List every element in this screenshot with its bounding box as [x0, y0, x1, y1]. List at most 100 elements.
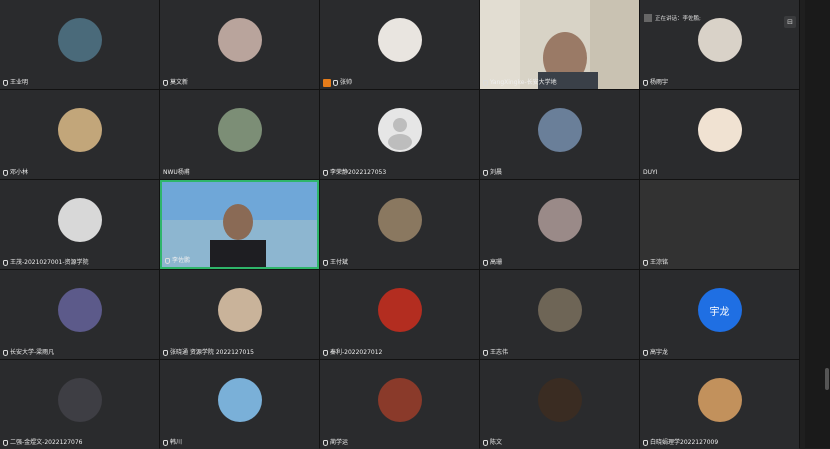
participant-avatar: [377, 378, 422, 422]
participant-tile[interactable]: 秦利-2022027012: [320, 270, 479, 359]
participant-avatar: [377, 288, 422, 332]
participant-name: 杨雨宇: [650, 79, 669, 86]
participant-avatar: [697, 378, 742, 422]
participant-tile[interactable]: 莫文新: [160, 0, 319, 89]
participant-tile[interactable]: 王茂-2021027001-资源学院: [0, 180, 159, 269]
participant-name: YangXingke-长安大学地: [490, 79, 557, 86]
participant-tile[interactable]: 白晓娟理学2022127009: [640, 360, 799, 449]
participant-name: 李佐鹏: [172, 257, 191, 264]
participant-name: 邓小林: [10, 169, 29, 176]
participant-tile[interactable]: 邓小林: [0, 90, 159, 179]
participant-name: DUYI: [643, 169, 658, 176]
participant-tile[interactable]: 陈文: [480, 360, 639, 449]
mic-icon: [643, 440, 648, 446]
participant-avatar: [217, 18, 262, 62]
mic-icon: [3, 350, 8, 356]
participant-name: 高宇龙: [650, 349, 669, 356]
mic-icon: [323, 170, 328, 176]
participant-tile-no-avatar[interactable]: 王淙铭: [640, 180, 799, 269]
participant-name: 长安大学-梁雨凡: [10, 349, 55, 356]
mic-icon: [165, 258, 170, 264]
participant-avatar: [697, 18, 742, 62]
mic-icon: [323, 440, 328, 446]
participant-video: [162, 182, 317, 267]
mic-icon: [483, 170, 488, 176]
participant-avatar: [217, 288, 262, 332]
participant-tile[interactable]: 长安大学-梁雨凡: [0, 270, 159, 359]
participant-avatar: [377, 18, 422, 62]
participant-tile[interactable]: 高珊: [480, 180, 639, 269]
participant-name: 秦利-2022027012: [330, 349, 383, 356]
participant-name: 高珊: [490, 259, 503, 266]
participant-avatar: [697, 108, 742, 152]
mic-icon: [483, 440, 488, 446]
participant-name: 白晓娟理学2022127009: [650, 439, 719, 446]
participant-tile[interactable]: 李荣静2022127053: [320, 90, 479, 179]
participant-avatar: [217, 378, 262, 422]
video-grid: 王业明 莫文新 张帅 YangXingke-长安大学地 正在讲话：李佐鹏; ⊟ …: [0, 0, 800, 449]
participant-tile[interactable]: 正在讲话：李佐鹏; ⊟ 杨雨宇: [640, 0, 799, 89]
participant-name: NWU杨甫: [163, 169, 190, 176]
participant-name: 王茂-2021027001-资源学院: [10, 259, 89, 266]
participant-avatar: [537, 198, 582, 242]
participant-name: 王付斌: [330, 259, 349, 266]
participant-name: 李荣静2022127053: [330, 169, 387, 176]
mic-icon: [483, 260, 488, 266]
participant-tile-video-speaking[interactable]: 李佐鹏: [160, 180, 319, 269]
participant-avatar: [57, 108, 102, 152]
participant-name: 刘晨: [490, 169, 503, 176]
participant-avatar: [57, 198, 102, 242]
participant-avatar: [57, 288, 102, 332]
participant-avatar: [537, 288, 582, 332]
speaker-thumb-icon: [644, 14, 652, 22]
participant-avatar: [57, 378, 102, 422]
participant-video: [480, 0, 639, 89]
mic-icon: [643, 350, 648, 356]
participant-tile[interactable]: 韩川: [160, 360, 319, 449]
participant-tile-video[interactable]: YangXingke-长安大学地: [480, 0, 639, 89]
participant-name: 韩川: [170, 439, 183, 446]
mic-icon: [3, 440, 8, 446]
layout-toggle-button[interactable]: ⊟: [784, 16, 796, 28]
participant-avatar: [537, 108, 582, 152]
participant-tile[interactable]: 二强-金煜文-2022127076: [0, 360, 159, 449]
mic-icon: [483, 80, 488, 86]
default-avatar: [377, 108, 422, 152]
participant-avatar: [377, 198, 422, 242]
participant-name: 王志伟: [490, 349, 509, 356]
mic-icon: [3, 260, 8, 266]
participant-avatar: [537, 378, 582, 422]
participant-tile[interactable]: 张晓通 资源学院 2022127015: [160, 270, 319, 359]
text-avatar: 宇龙: [697, 288, 742, 332]
participant-tile[interactable]: 王业明: [0, 0, 159, 89]
participant-tile[interactable]: 蔺学运: [320, 360, 479, 449]
participant-name: 张帅: [340, 79, 353, 86]
mic-icon: [643, 260, 648, 266]
participant-name: 王淙铭: [650, 259, 669, 266]
participant-tile[interactable]: DUYI: [640, 90, 799, 179]
participant-name: 王业明: [10, 79, 29, 86]
scrollbar[interactable]: [805, 0, 830, 448]
mic-icon: [323, 260, 328, 266]
mic-icon: [483, 350, 488, 356]
participant-avatar: [217, 108, 262, 152]
mic-icon: [163, 440, 168, 446]
participant-tile[interactable]: 刘晨: [480, 90, 639, 179]
speaking-notice: 正在讲话：李佐鹏;: [644, 14, 701, 22]
participant-tile[interactable]: NWU杨甫: [160, 90, 319, 179]
mic-icon: [323, 350, 328, 356]
participant-name: 陈文: [490, 439, 503, 446]
participant-name: 二强-金煜文-2022127076: [10, 439, 83, 446]
person-icon: [387, 118, 412, 150]
participant-avatar: [57, 18, 102, 62]
mic-icon: [3, 80, 8, 86]
scrollbar-thumb[interactable]: [825, 368, 829, 390]
participant-name: 蔺学运: [330, 439, 349, 446]
participant-name: 莫文新: [170, 79, 189, 86]
mic-icon: [333, 80, 338, 86]
mic-icon: [163, 80, 168, 86]
participant-tile[interactable]: 张帅: [320, 0, 479, 89]
participant-tile[interactable]: 王志伟: [480, 270, 639, 359]
participant-tile[interactable]: 宇龙 高宇龙: [640, 270, 799, 359]
participant-tile[interactable]: 王付斌: [320, 180, 479, 269]
